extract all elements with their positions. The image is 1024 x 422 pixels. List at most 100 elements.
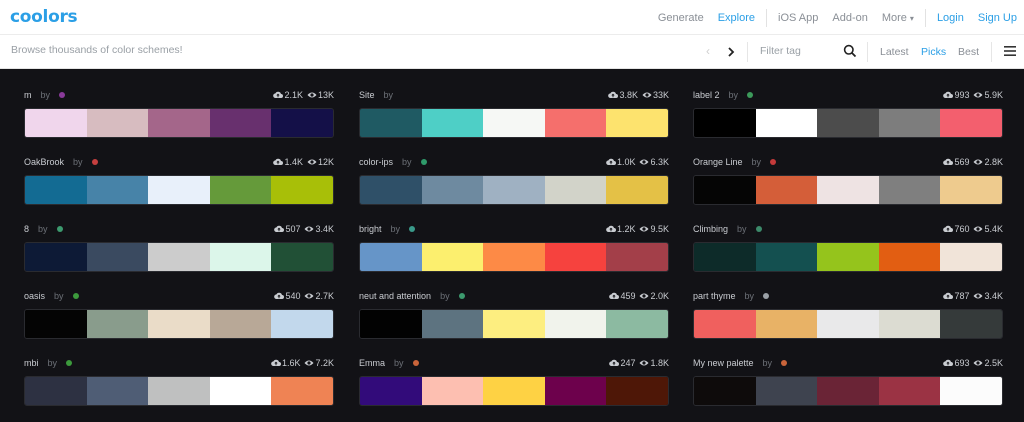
author-avatar[interactable] <box>72 293 79 299</box>
color-swatch[interactable] <box>483 176 545 204</box>
palette-name[interactable]: label 2 <box>693 90 720 100</box>
color-swatch[interactable] <box>755 109 818 137</box>
palette-name[interactable]: oasis <box>24 291 45 301</box>
palette-swatches[interactable] <box>359 309 669 339</box>
sort-best-tab[interactable]: Best <box>958 46 979 58</box>
color-swatch[interactable] <box>940 109 1002 137</box>
color-swatch[interactable] <box>86 377 149 405</box>
color-swatch[interactable] <box>878 243 941 271</box>
color-swatch[interactable] <box>209 243 272 271</box>
author-avatar[interactable] <box>56 226 63 232</box>
color-swatch[interactable] <box>209 377 272 405</box>
color-swatch[interactable] <box>817 109 879 137</box>
color-swatch[interactable] <box>271 243 333 271</box>
color-swatch[interactable] <box>694 176 756 204</box>
palette-swatches[interactable] <box>24 242 334 272</box>
author-avatar[interactable] <box>59 92 66 98</box>
color-swatch[interactable] <box>544 243 607 271</box>
palette-card[interactable]: OakBrook by 1.4K 12K <box>24 155 334 215</box>
palette-card[interactable]: mbi by 1.6K 7.2K <box>24 356 334 416</box>
palette-swatches[interactable] <box>693 242 1003 272</box>
color-swatch[interactable] <box>606 377 668 405</box>
palette-name[interactable]: bright <box>359 224 382 234</box>
palette-card[interactable]: Climbing by 760 5.4K <box>693 222 1003 282</box>
color-swatch[interactable] <box>483 377 545 405</box>
color-swatch[interactable] <box>606 310 668 338</box>
color-swatch[interactable] <box>544 310 607 338</box>
palette-card[interactable]: m by 2.1K 13K <box>24 88 334 148</box>
sort-picks-tab[interactable]: Picks <box>921 46 946 58</box>
color-swatch[interactable] <box>694 310 756 338</box>
palette-name[interactable]: Site <box>359 90 375 100</box>
palette-swatches[interactable] <box>693 309 1003 339</box>
author-avatar[interactable] <box>409 226 416 232</box>
color-swatch[interactable] <box>483 109 545 137</box>
nav-ios-app[interactable]: iOS App <box>771 12 825 24</box>
palette-name[interactable]: part thyme <box>693 291 736 301</box>
palette-swatches[interactable] <box>693 108 1003 138</box>
author-avatar[interactable] <box>420 159 427 165</box>
palette-card[interactable]: Site by 3.8K 33K <box>359 88 669 148</box>
palette-name[interactable]: m <box>24 90 32 100</box>
author-avatar[interactable] <box>781 360 788 366</box>
coolors-logo[interactable]: coolors <box>10 7 78 27</box>
color-swatch[interactable] <box>421 243 484 271</box>
color-swatch[interactable] <box>817 243 879 271</box>
nav-login[interactable]: Login <box>930 12 971 24</box>
sort-latest-tab[interactable]: Latest <box>880 46 909 58</box>
color-swatch[interactable] <box>360 310 422 338</box>
author-avatar[interactable] <box>755 226 762 232</box>
color-swatch[interactable] <box>360 176 422 204</box>
author-avatar[interactable] <box>747 92 754 98</box>
color-swatch[interactable] <box>544 109 607 137</box>
palette-swatches[interactable] <box>359 175 669 205</box>
color-swatch[interactable] <box>606 243 668 271</box>
color-swatch[interactable] <box>940 176 1002 204</box>
author-avatar[interactable] <box>770 159 777 165</box>
search-icon[interactable] <box>843 44 857 58</box>
palette-swatches[interactable] <box>359 242 669 272</box>
color-swatch[interactable] <box>148 377 210 405</box>
filter-tag-input[interactable] <box>760 45 840 57</box>
palette-card[interactable]: My new palette by 693 2.5K <box>693 356 1003 416</box>
palette-card[interactable]: neut and attention by 459 2.0K <box>359 289 669 349</box>
color-swatch[interactable] <box>940 310 1002 338</box>
hamburger-menu-icon[interactable] <box>1004 45 1016 57</box>
color-swatch[interactable] <box>271 109 333 137</box>
palette-swatches[interactable] <box>359 376 669 406</box>
palette-swatches[interactable] <box>24 309 334 339</box>
color-swatch[interactable] <box>148 310 210 338</box>
palette-swatches[interactable] <box>359 108 669 138</box>
author-avatar[interactable] <box>91 159 98 165</box>
palette-card[interactable]: oasis by 540 2.7K <box>24 289 334 349</box>
color-swatch[interactable] <box>209 176 272 204</box>
color-swatch[interactable] <box>606 109 668 137</box>
color-swatch[interactable] <box>694 109 756 137</box>
palette-name[interactable]: 8 <box>24 224 29 234</box>
palette-card[interactable]: 8 by 507 3.4K <box>24 222 334 282</box>
color-swatch[interactable] <box>148 109 210 137</box>
color-swatch[interactable] <box>25 243 87 271</box>
palette-swatches[interactable] <box>24 108 334 138</box>
nav-explore[interactable]: Explore <box>711 12 762 24</box>
palette-card[interactable]: bright by 1.2K 9.5K <box>359 222 669 282</box>
palette-name[interactable]: color-ips <box>359 157 393 167</box>
search-input[interactable] <box>11 44 611 56</box>
palette-name[interactable]: mbi <box>24 358 39 368</box>
color-swatch[interactable] <box>483 310 545 338</box>
color-swatch[interactable] <box>86 176 149 204</box>
palette-name[interactable]: Climbing <box>693 224 728 234</box>
palette-name[interactable]: Orange Line <box>693 157 743 167</box>
palette-card[interactable]: color-ips by 1.0K 6.3K <box>359 155 669 215</box>
palette-card[interactable]: label 2 by 993 5.9K <box>693 88 1003 148</box>
color-swatch[interactable] <box>360 109 422 137</box>
color-swatch[interactable] <box>86 310 149 338</box>
color-swatch[interactable] <box>25 109 87 137</box>
color-swatch[interactable] <box>606 176 668 204</box>
color-swatch[interactable] <box>878 377 941 405</box>
color-swatch[interactable] <box>360 377 422 405</box>
color-swatch[interactable] <box>544 176 607 204</box>
palette-name[interactable]: My new palette <box>693 358 754 368</box>
palette-name[interactable]: neut and attention <box>359 291 431 301</box>
author-avatar[interactable] <box>412 360 419 366</box>
